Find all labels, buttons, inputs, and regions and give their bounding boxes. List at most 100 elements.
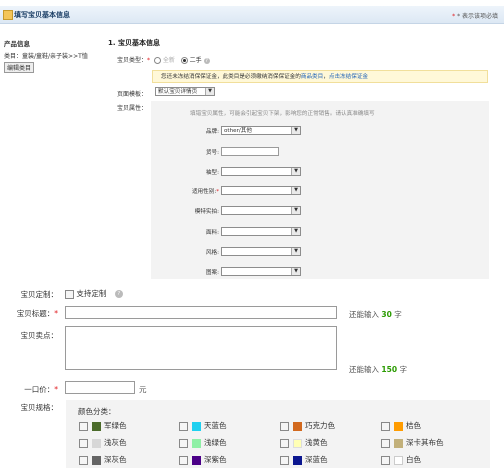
color-option[interactable]: 白色 xyxy=(381,455,421,465)
category-link[interactable]: 商品类目 xyxy=(301,74,323,80)
price-label-text: 一口价： xyxy=(24,385,55,394)
chevron-down-icon: ▼ xyxy=(291,268,300,275)
color-swatch xyxy=(192,421,201,431)
required-note-text: * 表示该项必填 xyxy=(457,13,498,20)
custom-label: 宝贝定制： xyxy=(20,290,59,299)
color-option[interactable]: 桔色 xyxy=(381,421,421,431)
attr-label: 模特实拍: xyxy=(194,209,219,215)
attr-select-style[interactable]: ▼ xyxy=(221,247,301,256)
color-option[interactable]: 深蓝色 xyxy=(280,455,328,465)
color-checkbox[interactable] xyxy=(79,438,88,448)
required-note: * * 表示该项必填 xyxy=(452,13,498,20)
color-option[interactable]: 深灰色 xyxy=(79,455,127,465)
radio-used-label: 二手 xyxy=(189,57,202,64)
section-header: 填写宝贝基本信息 * * 表示该项必填 xyxy=(0,6,504,24)
counter-value: 30 xyxy=(381,310,392,319)
attr-select-sleeve[interactable]: ▼ xyxy=(221,167,301,176)
color-swatch xyxy=(92,455,101,465)
chevron-down-icon: ▼ xyxy=(291,168,300,175)
attr-label: 适用性别:* xyxy=(159,187,219,195)
color-checkbox[interactable] xyxy=(381,421,390,431)
help-icon[interactable]: ? xyxy=(114,290,123,298)
attr-label: 风格: xyxy=(205,250,219,256)
radio-new-label: 全新 xyxy=(162,57,175,64)
attr-select-gender[interactable]: ▼ xyxy=(221,186,301,195)
category-path: 类目：童装/童鞋/亲子装>>T恤 xyxy=(4,53,88,60)
radio-new[interactable] xyxy=(154,57,161,64)
color-option[interactable]: 浅黄色 xyxy=(280,438,328,448)
color-swatch xyxy=(92,438,101,448)
color-checkbox[interactable] xyxy=(280,438,289,448)
required-mark: * xyxy=(54,385,58,394)
product-info-heading: 产品信息 xyxy=(4,40,30,48)
color-checkbox[interactable] xyxy=(280,421,289,431)
title-input[interactable] xyxy=(65,306,337,319)
color-swatch xyxy=(293,455,302,465)
color-checkbox[interactable] xyxy=(179,455,188,465)
counter-prefix: 还能输入 xyxy=(349,365,379,374)
chevron-down-icon: ▼ xyxy=(291,228,300,235)
color-checkbox[interactable] xyxy=(179,421,188,431)
item-type-label: 宝贝类型：* xyxy=(117,55,150,64)
notice-text: 您还未冻结消保保证金，此类目是必须缴纳消保保证金的 xyxy=(161,74,301,80)
color-option[interactable]: 深卡其布色 xyxy=(381,438,444,448)
freeze-deposit-link[interactable]: 点击冻结保证金 xyxy=(329,74,368,80)
color-checkbox[interactable] xyxy=(381,455,390,465)
color-option[interactable]: 深紫色 xyxy=(179,455,227,465)
edit-note-icon xyxy=(3,10,13,20)
basic-info-title: 1. 宝贝基本信息 xyxy=(108,39,160,47)
attr-select-pattern[interactable]: ▼ xyxy=(221,267,301,276)
color-name: 浅绿色 xyxy=(204,438,227,447)
required-mark: * xyxy=(147,57,151,64)
color-option[interactable]: 浅灰色 xyxy=(79,438,127,448)
required-mark: * xyxy=(216,189,219,195)
color-name: 巧克力色 xyxy=(305,421,335,430)
color-name: 浅灰色 xyxy=(104,438,127,447)
selling-points-textarea[interactable] xyxy=(65,326,337,370)
attr-select-model-shot[interactable]: ▼ xyxy=(221,206,301,215)
spec-panel: 颜色分类： xyxy=(66,400,490,468)
color-checkbox[interactable] xyxy=(179,438,188,448)
custom-checkbox[interactable] xyxy=(65,289,74,299)
price-input[interactable] xyxy=(65,381,135,394)
attr-label-text: 品牌: xyxy=(205,129,219,135)
color-swatch xyxy=(394,438,403,448)
template-select[interactable]: 默认宝贝详情页 ▼ xyxy=(155,87,215,96)
counter-value: 150 xyxy=(381,365,398,374)
item-type-options: 全新 二手 ? xyxy=(154,55,210,64)
item-type-label-text: 宝贝类型： xyxy=(117,57,148,64)
template-select-value: 默认宝贝详情页 xyxy=(158,89,198,95)
chevron-down-icon: ▼ xyxy=(205,88,214,95)
color-option[interactable]: 军绿色 xyxy=(79,421,127,431)
color-name: 深卡其布色 xyxy=(406,438,444,447)
title-label-text: 宝贝标题： xyxy=(16,309,55,318)
attr-select-fabric[interactable]: ▼ xyxy=(221,227,301,236)
attr-label: 袖型: xyxy=(205,170,219,176)
attr-input-item-no[interactable] xyxy=(221,147,279,156)
attr-select-brand[interactable]: other/其他 ▼ xyxy=(221,126,301,135)
edit-category-button[interactable]: 编辑类目 xyxy=(4,62,35,73)
price-unit: 元 xyxy=(139,385,147,394)
chevron-down-icon: ▼ xyxy=(291,127,300,134)
color-option[interactable]: 天蓝色 xyxy=(179,421,227,431)
deposit-notice: 您还未冻结消保保证金，此类目是必须缴纳消保保证金的商品类目，点击冻结保证金 xyxy=(152,70,488,83)
counter-suffix: 字 xyxy=(394,310,402,319)
color-swatch xyxy=(293,438,302,448)
required-mark: * xyxy=(54,309,58,318)
color-checkbox[interactable] xyxy=(79,421,88,431)
product-info-panel: 产品信息 类目：童装/童鞋/亲子装>>T恤 编辑类目 xyxy=(4,38,99,73)
color-swatch xyxy=(394,455,403,465)
attributes-hint: 填错宝贝属性，可能会引起宝贝下架，影响您的正常销售。请认真准确填写 xyxy=(190,111,375,117)
help-icon[interactable]: ? xyxy=(203,57,210,64)
chevron-down-icon: ▼ xyxy=(291,187,300,194)
color-checkbox[interactable] xyxy=(280,455,289,465)
color-checkbox[interactable] xyxy=(381,438,390,448)
color-checkbox[interactable] xyxy=(79,455,88,465)
color-name: 深蓝色 xyxy=(305,455,328,464)
custom-checkbox-label: 支持定制 xyxy=(76,289,107,298)
color-option[interactable]: 巧克力色 xyxy=(280,421,335,431)
spec-label: 宝贝规格： xyxy=(20,403,59,412)
radio-used[interactable] xyxy=(180,57,188,64)
color-name: 白色 xyxy=(406,455,421,464)
color-option[interactable]: 浅绿色 xyxy=(179,438,227,448)
